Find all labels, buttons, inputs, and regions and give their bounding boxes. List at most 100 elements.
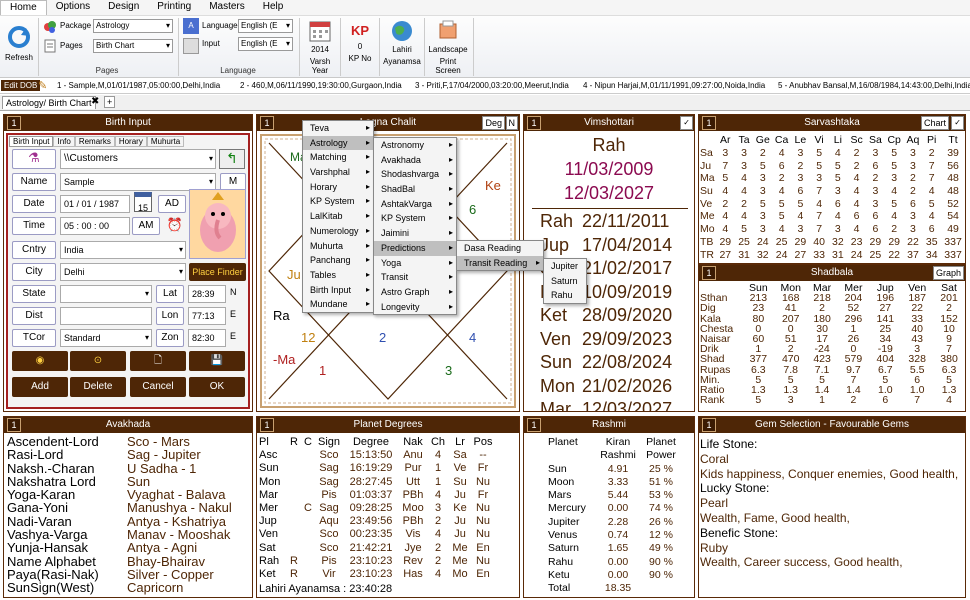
profile-item[interactable]: 4 - Nipun Harjai,M,01/11/1991,09:27:00,N…	[583, 81, 765, 90]
menu-design[interactable]: Design	[99, 0, 148, 15]
panel-number[interactable]: 1	[7, 418, 21, 432]
place-finder-button[interactable]: Place Finder	[189, 263, 246, 281]
close-icon[interactable]: ✖	[91, 96, 99, 107]
zone-field[interactable]: 82:30	[188, 329, 226, 347]
package-select[interactable]: Astrology	[93, 19, 173, 33]
menu-item[interactable]: Jaimini	[374, 226, 456, 241]
calendar-button[interactable]: 15	[134, 192, 152, 213]
panel-number[interactable]: 1	[527, 116, 541, 130]
language-select[interactable]: English (E	[238, 19, 293, 33]
am-button[interactable]: AM	[132, 217, 160, 235]
tab-birth-input[interactable]: Birth Input	[9, 136, 54, 147]
menu-item[interactable]: Rahu	[544, 288, 586, 303]
back-arrow-button[interactable]: ↰	[219, 149, 245, 169]
folder-select[interactable]: \\Customers	[60, 149, 216, 169]
panel-number[interactable]: 1	[702, 418, 716, 432]
date-field[interactable]: 01 / 01 / 1987	[60, 195, 130, 213]
lon-field[interactable]: 77:13	[188, 307, 226, 325]
panel-number[interactable]: 1	[260, 418, 274, 432]
menu-item[interactable]: Dasa Reading	[457, 241, 543, 256]
menu-item[interactable]: KP System	[303, 194, 373, 209]
pencil-icon[interactable]: ✎	[38, 79, 47, 92]
telescope-button[interactable]: ⚗	[12, 149, 56, 169]
sun-button[interactable]: ⊙	[70, 351, 126, 371]
profile-item[interactable]: 1 - Sample,M,01/01/1987,05:00:00,Delhi,I…	[57, 81, 220, 90]
panel-number[interactable]: 1	[702, 266, 716, 280]
input-select[interactable]: English (E	[238, 37, 293, 51]
panel-number[interactable]: 1	[260, 116, 274, 130]
vim-row[interactable]: Mar 12/03/2027	[540, 399, 672, 411]
tab-info[interactable]: Info	[53, 136, 75, 147]
new-file-button[interactable]: 🗋	[130, 351, 186, 371]
ad-button[interactable]: AD	[158, 195, 186, 213]
menu-item[interactable]: ShadBal	[374, 182, 456, 197]
pages-select[interactable]: Birth Chart	[93, 39, 173, 53]
ayanamsa-button[interactable]: Lahiri Ayanamsa	[383, 20, 421, 76]
check-icon[interactable]: ✓	[951, 116, 964, 130]
menu-item[interactable]: Teva	[303, 121, 373, 136]
vim-row[interactable]: Rah 22/11/2011	[540, 211, 672, 235]
panel-number[interactable]: 1	[527, 418, 541, 432]
menu-item[interactable]: Birth Input	[303, 283, 373, 298]
add-button[interactable]: Add	[12, 377, 68, 397]
district-field[interactable]	[60, 307, 152, 325]
menu-item[interactable]: Longevity	[374, 300, 456, 315]
menu-item[interactable]: Muhurta	[303, 239, 373, 254]
panel-number[interactable]: 1	[7, 116, 21, 130]
tab-muhurta[interactable]: Muhurta	[146, 136, 185, 147]
chart-button[interactable]: Chart	[920, 116, 949, 130]
country-select[interactable]: India	[60, 241, 186, 259]
kp-no-button[interactable]: KP 0 KP No	[345, 20, 375, 76]
menu-item[interactable]: AshtakVarga	[374, 197, 456, 212]
time-field[interactable]: 05 : 00 : 00	[60, 217, 130, 235]
tab-remarks[interactable]: Remarks	[74, 136, 115, 147]
menu-item[interactable]: Shodashvarga	[374, 167, 456, 182]
lon-direction[interactable]: E	[230, 309, 236, 319]
save-button[interactable]: 💾	[189, 351, 245, 371]
menu-item[interactable]: Avakhada	[374, 153, 456, 168]
refresh-button[interactable]: Refresh	[4, 24, 34, 72]
menu-item[interactable]: Predictions	[374, 240, 456, 256]
landscape-button[interactable]: Landscape Print Screen	[426, 20, 470, 76]
globe-button[interactable]: ◉	[12, 351, 68, 371]
menu-item[interactable]: Astrology	[303, 135, 373, 151]
menu-item[interactable]: Yoga	[374, 256, 456, 271]
deg-button[interactable]: Deg	[482, 116, 505, 130]
varsh-year-button[interactable]: 2014 Varsh Year	[303, 20, 337, 76]
delete-button[interactable]: Delete	[70, 377, 126, 397]
tcor-select[interactable]: Standard	[60, 329, 152, 347]
check-icon[interactable]: ✓	[680, 116, 693, 130]
menu-printing[interactable]: Printing	[148, 0, 200, 15]
menu-item[interactable]: Astronomy	[374, 138, 456, 153]
profile-item[interactable]: 5 - Anubhav Bansal,M,16/08/1984,14:43:00…	[778, 81, 970, 90]
menu-item[interactable]: Saturn	[544, 274, 586, 289]
state-select[interactable]	[60, 285, 152, 303]
menu-options[interactable]: Options	[47, 0, 99, 15]
menu-help[interactable]: Help	[254, 0, 293, 15]
alarm-icon[interactable]: ⏰	[164, 217, 186, 235]
north-button[interactable]: N	[505, 116, 518, 130]
lat-direction[interactable]: N	[230, 287, 237, 297]
menu-masters[interactable]: Masters	[200, 0, 254, 15]
tab-horary[interactable]: Horary	[114, 136, 147, 147]
menu-item[interactable]: Tables	[303, 268, 373, 283]
menu-item[interactable]: Horary	[303, 180, 373, 195]
menu-item[interactable]: Mundane	[303, 297, 373, 312]
menu-home[interactable]: Home	[0, 0, 47, 15]
profile-item[interactable]: 3 - Priti,F,17/04/2000,03:20:00,Meerut,I…	[415, 81, 569, 90]
profile-item[interactable]: 2 - 460,M,06/11/1990,19:30:00,Gurgaon,In…	[240, 81, 402, 90]
menu-item[interactable]: Numerology	[303, 224, 373, 239]
menu-item[interactable]: Varshphal	[303, 165, 373, 180]
vim-row[interactable]: Mon 21/02/2026	[540, 376, 672, 400]
zone-direction[interactable]: E	[230, 331, 236, 341]
cancel-button[interactable]: Cancel	[130, 377, 186, 397]
vim-row[interactable]: Jup 17/04/2014	[540, 235, 672, 259]
menu-item[interactable]: Jupiter	[544, 259, 586, 274]
panel-number[interactable]: 1	[702, 116, 716, 130]
tab-birth-chart[interactable]: Astrology/ Birth Chart	[2, 96, 96, 109]
edit-dob-button[interactable]: Edit DOB	[1, 80, 41, 91]
city-select[interactable]: Delhi	[60, 263, 186, 281]
menu-item[interactable]: LalKitab	[303, 209, 373, 224]
menu-item[interactable]: Transit	[374, 270, 456, 285]
vim-row[interactable]: Ven 29/09/2023	[540, 329, 672, 353]
